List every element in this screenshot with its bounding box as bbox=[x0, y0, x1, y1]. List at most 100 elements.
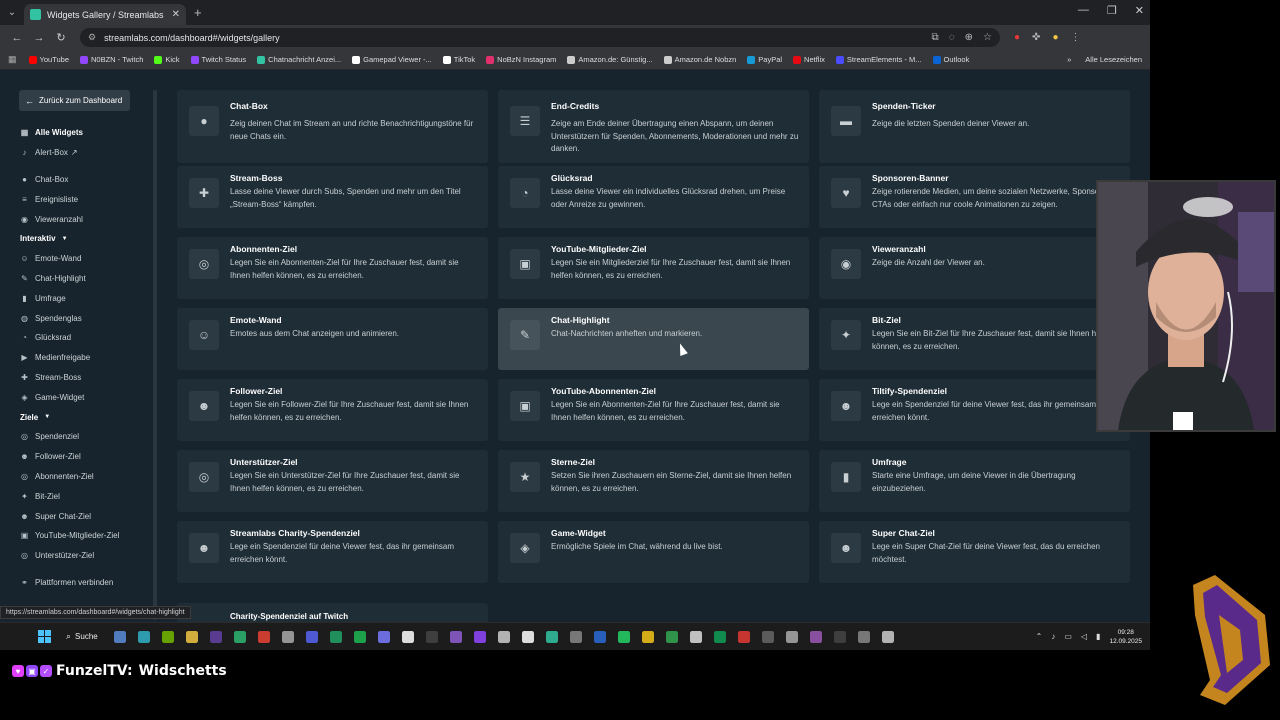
widget-card-partial[interactable]: Charity-Spendenziel auf Twitch bbox=[177, 603, 488, 623]
taskbar-search[interactable]: ⌕ Suche bbox=[66, 631, 98, 642]
taskbar-app-icon[interactable] bbox=[473, 630, 486, 643]
taskbar-app-icon[interactable] bbox=[833, 630, 846, 643]
sidebar-item[interactable]: ✎ Chat-Highlight bbox=[20, 269, 150, 289]
widget-card[interactable]: ☻ Tiltify-Spendenziel Lege ein Spendenziel… bbox=[819, 379, 1130, 441]
zoom-icon[interactable]: ⊕ bbox=[965, 32, 973, 43]
sidebar-item[interactable]: ☻ Follower-Ziel bbox=[20, 447, 150, 467]
widget-card[interactable]: ▣ YouTube-Mitglieder-Ziel Legen Sie ein Mi… bbox=[498, 237, 809, 299]
sidebar-item[interactable]: ✦ Bit-Ziel bbox=[20, 486, 150, 506]
sidebar-item[interactable]: ▶ Medienfreigabe bbox=[20, 348, 150, 368]
site-info-icon[interactable]: ⚙ bbox=[88, 32, 96, 43]
taskbar-app-icon[interactable] bbox=[737, 630, 750, 643]
sidebar-section[interactable]: Interaktiv ▼ bbox=[20, 229, 150, 249]
sidebar-item[interactable]: ◎ Spendenziel bbox=[20, 427, 150, 447]
sidebar-item[interactable]: ▦ Alle Widgets bbox=[20, 123, 150, 143]
sidebar-item[interactable]: ☻ Super Chat-Ziel bbox=[20, 506, 150, 526]
bookmark-item[interactable]: StreamElements - M... bbox=[835, 55, 922, 64]
taskbar-app-icon[interactable] bbox=[569, 630, 582, 643]
minimize-icon[interactable]: — bbox=[1078, 4, 1089, 17]
sidebar-item[interactable]: ◎ Abonnenten-Ziel bbox=[20, 467, 150, 487]
clock[interactable]: 09:28 12.09.2025 bbox=[1109, 628, 1142, 646]
chevron-up-icon[interactable]: ⌃ bbox=[1036, 632, 1043, 641]
taskbar-app-icon[interactable] bbox=[809, 630, 822, 643]
widget-card[interactable]: ☻ Follower-Ziel Legen Sie ein Follower-Zie… bbox=[177, 379, 488, 441]
taskbar-app-icon[interactable] bbox=[785, 630, 798, 643]
extension-icon[interactable]: ● bbox=[1014, 32, 1020, 43]
bookmark-item[interactable]: Outlook bbox=[932, 55, 969, 64]
sidebar-scrollbar[interactable] bbox=[153, 90, 157, 620]
taskbar-app-icon[interactable] bbox=[377, 630, 390, 643]
widget-card[interactable]: ✚ Stream-Boss Lasse deine Viewer durch Sub… bbox=[177, 166, 488, 228]
widget-card[interactable]: ☰ End-Credits Zeige am Ende deiner Übertra… bbox=[498, 90, 809, 163]
sidebar-item[interactable]: ▣ YouTube-Mitglieder-Ziel bbox=[20, 526, 150, 546]
widget-card[interactable]: ☻ Super Chat-Ziel Lege ein Super Chat-Ziel… bbox=[819, 521, 1130, 583]
bookmark-item[interactable]: Amazon.de: Günstig... bbox=[567, 55, 653, 64]
taskbar-app-icon[interactable] bbox=[305, 630, 318, 643]
taskbar-app-icon[interactable] bbox=[497, 630, 510, 643]
url-input[interactable]: ⚙ streamlabs.com/dashboard#/widgets/gall… bbox=[80, 28, 1000, 47]
widget-card[interactable]: ▣ YouTube-Abonnenten-Ziel Legen Sie ein Ab… bbox=[498, 379, 809, 441]
taskbar-app-icon[interactable] bbox=[425, 630, 438, 643]
widget-card[interactable]: ◉ Vieweranzahl Zeige die Anzahl der Viewer… bbox=[819, 237, 1130, 299]
sidebar-item[interactable]: ✚ Stream-Boss bbox=[20, 368, 150, 388]
taskbar-app-icon[interactable] bbox=[401, 630, 414, 643]
reload-icon[interactable]: ↻ bbox=[50, 31, 72, 44]
widget-card[interactable]: ☻ Streamlabs Charity-Spendenziel Lege ein … bbox=[177, 521, 488, 583]
battery-icon[interactable]: ▮ bbox=[1096, 632, 1100, 641]
widget-card[interactable]: ◔ Glücksrad Lasse deine Viewer ein individ… bbox=[498, 166, 809, 228]
widget-card[interactable]: ▮ Umfrage Starte eine Umfrage, um deine Vi… bbox=[819, 450, 1130, 512]
taskbar-app-icon[interactable] bbox=[761, 630, 774, 643]
bookmark-item[interactable]: NoBzN Instagram bbox=[486, 55, 556, 64]
windows-start-icon[interactable] bbox=[38, 629, 52, 644]
close-window-icon[interactable]: ✕ bbox=[1135, 4, 1144, 17]
translate-icon[interactable]: ⧉ bbox=[932, 32, 939, 43]
taskbar-app-icon[interactable] bbox=[449, 630, 462, 643]
taskbar-app-icon[interactable] bbox=[857, 630, 870, 643]
bookmark-star-icon[interactable]: ☆ bbox=[983, 32, 992, 43]
taskbar-app-icon[interactable] bbox=[257, 630, 270, 643]
taskbar-app-icon[interactable] bbox=[641, 630, 654, 643]
widget-card[interactable]: ♥ Sponsoren-Banner Zeige rotierende Medien… bbox=[819, 166, 1130, 228]
restore-icon[interactable]: ❐ bbox=[1107, 4, 1117, 17]
sidebar-item[interactable]: ◔ Glücksrad bbox=[20, 328, 150, 348]
taskbar-app-icon[interactable] bbox=[209, 630, 222, 643]
taskbar-app-icon[interactable] bbox=[113, 630, 126, 643]
taskbar-app-icon[interactable] bbox=[521, 630, 534, 643]
menu-icon[interactable]: ⋮ bbox=[1070, 32, 1080, 43]
bookmark-item[interactable]: Twitch Status bbox=[190, 55, 246, 64]
privacy-icon[interactable]: ◌ bbox=[949, 32, 955, 43]
taskbar-app-icon[interactable] bbox=[617, 630, 630, 643]
sidebar-item[interactable]: ☺ Emote-Wand bbox=[20, 249, 150, 269]
taskbar-app-icon[interactable] bbox=[329, 630, 342, 643]
widget-card[interactable]: ✦ Bit-Ziel Legen Sie ein Bit-Ziel für Ihre… bbox=[819, 308, 1130, 370]
widget-card[interactable]: ◈ Game-Widget Ermögliche Spiele im Chat, w… bbox=[498, 521, 809, 583]
bookmark-item[interactable]: Chatnachricht Anzei... bbox=[257, 55, 341, 64]
widget-card[interactable]: ✎ Chat-Highlight Chat-Nachrichten anheften… bbox=[498, 308, 809, 370]
widget-card[interactable]: ● Chat-Box Zeig deinen Chat im Stream an u… bbox=[177, 90, 488, 163]
puzzle-icon[interactable]: ✜ bbox=[1032, 32, 1040, 43]
taskbar-app-icon[interactable] bbox=[233, 630, 246, 643]
all-bookmarks[interactable]: Alle Lesezeichen bbox=[1085, 55, 1142, 64]
network-icon[interactable]: ▭ bbox=[1064, 632, 1072, 641]
sidebar-item[interactable]: ◍ Spendenglas bbox=[20, 308, 150, 328]
active-tab[interactable]: Widgets Gallery / Streamlabs ✕ bbox=[24, 4, 186, 25]
sidebar-item[interactable]: ◈ Game-Widget bbox=[20, 387, 150, 407]
bookmark-item[interactable]: Gamepad Viewer -... bbox=[352, 55, 432, 64]
widget-card[interactable]: ★ Sterne-Ziel Setzen Sie ihren Zuschauern … bbox=[498, 450, 809, 512]
taskbar-app-icon[interactable] bbox=[545, 630, 558, 643]
taskbar-app-icon[interactable] bbox=[593, 630, 606, 643]
volume-icon[interactable]: ◁ bbox=[1081, 632, 1087, 641]
tab-search-icon[interactable]: ⌄ bbox=[0, 7, 24, 18]
sidebar-section[interactable]: Ziele ▼ bbox=[20, 407, 150, 427]
forward-icon[interactable]: → bbox=[28, 32, 50, 44]
sidebar-item[interactable]: ⚭ Plattformen verbinden bbox=[20, 573, 150, 593]
close-tab-icon[interactable]: ✕ bbox=[172, 9, 180, 20]
back-to-dashboard-button[interactable]: ← Zurück zum Dashboard bbox=[19, 90, 130, 111]
widget-card[interactable]: ☺ Emote-Wand Emotes aus dem Chat anzeigen … bbox=[177, 308, 488, 370]
taskbar-app-icon[interactable] bbox=[281, 630, 294, 643]
more-bookmarks-icon[interactable]: » bbox=[1067, 55, 1071, 64]
bookmark-item[interactable]: N0BZN - Twitch bbox=[80, 55, 143, 64]
taskbar-app-icon[interactable] bbox=[353, 630, 366, 643]
bookmark-item[interactable]: Kick bbox=[154, 55, 180, 64]
bookmark-item[interactable]: YouTube bbox=[28, 55, 69, 64]
